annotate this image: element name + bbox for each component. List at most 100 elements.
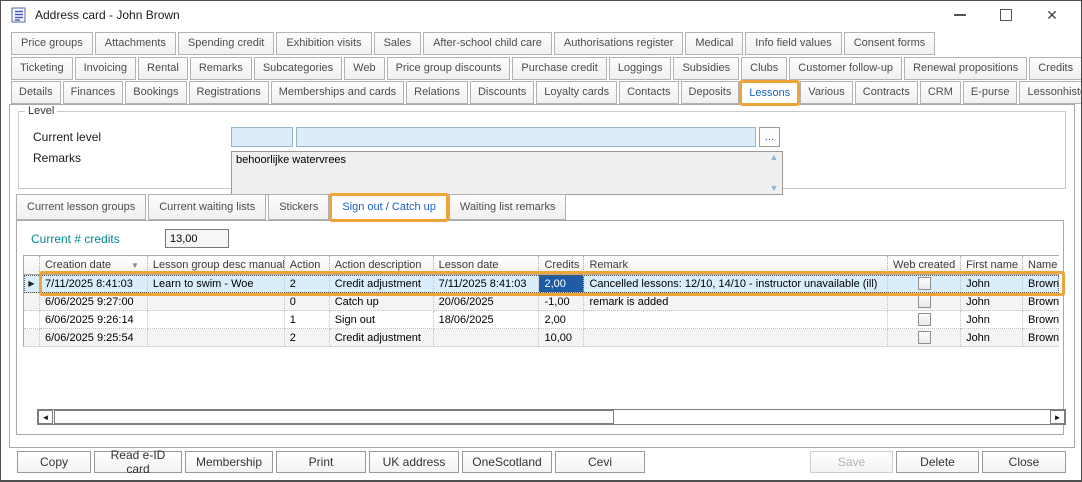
membership-button[interactable]: Membership (185, 451, 273, 473)
cell-web-created[interactable] (888, 275, 962, 293)
uk-address-button[interactable]: UK address (369, 451, 459, 473)
cell-action[interactable]: 2 (284, 329, 330, 347)
cell-lesson-group[interactable] (147, 329, 285, 347)
tab-after-school-child-care[interactable]: After-school child care (423, 32, 552, 55)
cell-remark[interactable]: remark is added (584, 293, 889, 311)
grid-header-first-name[interactable]: First name (961, 256, 1023, 274)
grid-header-web-created[interactable]: Web created (888, 256, 962, 274)
tab-loyalty-cards[interactable]: Loyalty cards (536, 81, 618, 104)
grid-header-lesson-group[interactable]: Lesson group desc manual (148, 256, 285, 274)
cell-credits[interactable]: -1,00 (539, 293, 585, 311)
tab-e-purse[interactable]: E-purse (962, 81, 1018, 104)
cell-web-created[interactable] (888, 311, 962, 329)
cell-name[interactable]: Brown (1023, 275, 1059, 293)
tab-various[interactable]: Various (800, 81, 853, 104)
tab-loggings[interactable]: Loggings (608, 57, 672, 80)
tab-price-group-discounts[interactable]: Price group discounts (386, 57, 511, 80)
tab-lessons-selected[interactable]: Lessons (739, 80, 801, 106)
cevi-button[interactable]: Cevi (555, 451, 645, 473)
grid-header-creation-date[interactable]: Creation date ▼ (40, 256, 148, 274)
cell-credits[interactable]: 2,00 (539, 311, 585, 329)
row-selector-cell[interactable] (24, 311, 40, 329)
subtab-stickers[interactable]: Stickers (268, 194, 330, 220)
cell-name[interactable]: Brown (1023, 311, 1059, 329)
cell-name[interactable]: Brown (1023, 329, 1059, 347)
tab-relations[interactable]: Relations (406, 81, 468, 104)
grid-header-credits[interactable]: Credits (539, 256, 585, 274)
cell-first-name[interactable]: John (961, 329, 1023, 347)
grid-header-lesson-date[interactable]: Lesson date (434, 256, 540, 274)
tab-finances[interactable]: Finances (62, 81, 124, 104)
cell-credits-selected[interactable]: 2,00 (539, 275, 585, 293)
tab-medical[interactable]: Medical (685, 32, 744, 55)
remarks-scrollbar[interactable]: ▲ ▼ (767, 153, 781, 193)
cell-creation-date[interactable]: 6/06/2025 9:25:54 (39, 329, 148, 347)
tab-customer-follow-up[interactable]: Customer follow-up (789, 57, 903, 80)
tab-price-groups[interactable]: Price groups (11, 32, 93, 55)
cell-lesson-date[interactable]: 18/06/2025 (433, 311, 540, 329)
tab-web[interactable]: Web (344, 57, 385, 80)
table-row[interactable]: 6/06/2025 9:27:00 0 Catch up 20/06/2025 … (24, 293, 1059, 311)
tab-renewal-propositions[interactable]: Renewal propositions (904, 57, 1028, 80)
tab-consent-forms[interactable]: Consent forms (843, 32, 936, 55)
horizontal-scrollbar[interactable]: ◄ ► (37, 409, 1066, 425)
cell-action[interactable]: 0 (284, 293, 330, 311)
save-button[interactable]: Save (810, 451, 893, 473)
cell-first-name[interactable]: John (961, 293, 1023, 311)
cell-action[interactable]: 2 (284, 275, 330, 293)
cell-action-description[interactable]: Credit adjustment (329, 329, 434, 347)
current-level-browse-button[interactable]: ... (759, 127, 780, 147)
tab-rental[interactable]: Rental (138, 57, 188, 80)
cell-creation-date[interactable]: 6/06/2025 9:27:00 (39, 293, 148, 311)
grid-header-action[interactable]: Action (285, 256, 330, 274)
row-selector-cell[interactable] (24, 329, 40, 347)
tab-ticketing[interactable]: Ticketing (11, 57, 73, 80)
tab-bookings[interactable]: Bookings (125, 81, 187, 104)
grid-header-action-description[interactable]: Action description (330, 256, 434, 274)
cell-creation-date[interactable]: 6/06/2025 9:26:14 (39, 311, 148, 329)
table-row[interactable]: 6/06/2025 9:26:14 1 Sign out 18/06/2025 … (24, 311, 1059, 329)
cell-credits[interactable]: 10,00 (539, 329, 585, 347)
tab-details[interactable]: Details (11, 81, 61, 104)
cell-lesson-group[interactable] (147, 311, 285, 329)
subtab-current-waiting-lists[interactable]: Current waiting lists (148, 194, 267, 220)
cell-first-name[interactable]: John (961, 275, 1023, 293)
tab-deposits[interactable]: Deposits (680, 81, 740, 104)
grid-header-name[interactable]: Name (1023, 256, 1059, 274)
tab-contracts[interactable]: Contracts (854, 81, 918, 104)
tab-subsidies[interactable]: Subsidies (673, 57, 740, 80)
tab-authorisations-register[interactable]: Authorisations register (553, 32, 684, 55)
tab-sales[interactable]: Sales (373, 32, 422, 55)
scroll-up-icon[interactable]: ▲ (770, 153, 779, 162)
tab-contacts[interactable]: Contacts (619, 81, 679, 104)
cell-name[interactable]: Brown (1023, 293, 1059, 311)
current-level-description-field[interactable] (296, 127, 756, 147)
cell-lesson-date[interactable]: 7/11/2025 8:41:03 (433, 275, 540, 293)
tab-remarks[interactable]: Remarks (189, 57, 252, 80)
web-created-checkbox[interactable] (917, 277, 931, 290)
cell-first-name[interactable]: John (961, 311, 1023, 329)
cell-web-created[interactable] (888, 293, 962, 311)
tab-crm[interactable]: CRM (919, 81, 961, 104)
grid-header-remark[interactable]: Remark (584, 256, 889, 274)
tab-purchase-credit[interactable]: Purchase credit (512, 57, 607, 80)
tab-exhibition-visits[interactable]: Exhibition visits (276, 32, 372, 55)
close-button-footer[interactable]: Close (982, 451, 1066, 473)
subtab-current-lesson-groups[interactable]: Current lesson groups (16, 194, 147, 220)
tab-invoicing[interactable]: Invoicing (74, 57, 137, 80)
delete-button[interactable]: Delete (896, 451, 979, 473)
tab-subcategories[interactable]: Subcategories (253, 57, 343, 80)
current-level-code-field[interactable] (231, 127, 293, 147)
scroll-down-icon[interactable]: ▼ (770, 184, 779, 193)
remarks-textarea[interactable]: behoorlijke watervrees ▲ ▼ (231, 151, 783, 195)
tab-memberships-and-cards[interactable]: Memberships and cards (270, 81, 405, 104)
tab-registrations[interactable]: Registrations (188, 81, 269, 104)
cell-lesson-date[interactable] (433, 329, 540, 347)
cell-lesson-group[interactable] (147, 293, 285, 311)
cell-action-description[interactable]: Catch up (329, 293, 434, 311)
maximize-button[interactable] (983, 2, 1029, 28)
row-selector-cell[interactable]: ▶ (24, 275, 40, 293)
cell-lesson-date[interactable]: 20/06/2025 (433, 293, 540, 311)
row-selector-cell[interactable] (24, 293, 40, 311)
tab-info-field-values[interactable]: Info field values (745, 32, 842, 55)
